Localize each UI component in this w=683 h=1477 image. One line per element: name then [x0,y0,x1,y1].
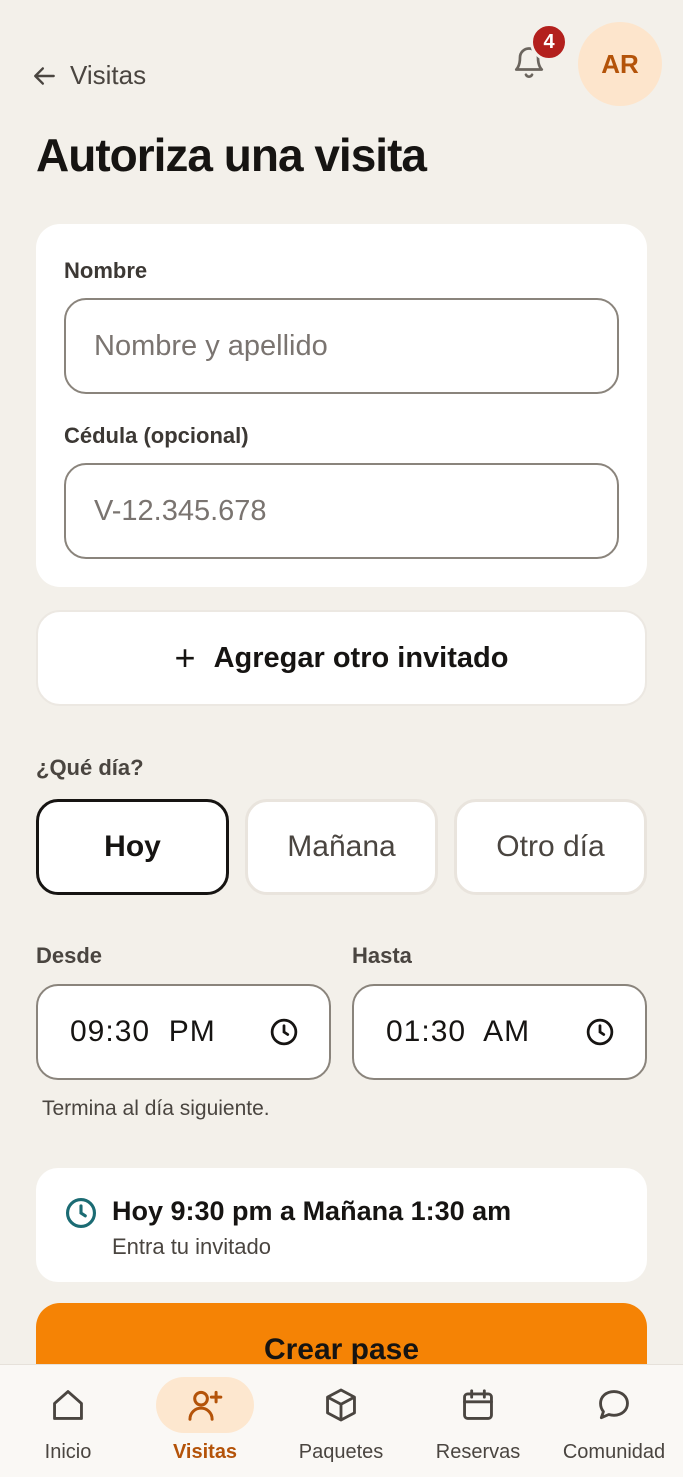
bottom-nav: Inicio Visitas Paquetes Reservas Comunid… [0,1364,683,1477]
add-guest-button[interactable]: + Agregar otro invitado [36,610,647,706]
summary-title: Hoy 9:30 pm a Mañana 1:30 am [112,1196,512,1226]
clock-icon [65,1197,97,1229]
arrow-left-icon [34,66,55,85]
calendar-icon [463,1389,493,1420]
to-label: Hasta [352,943,412,968]
add-guest-label: Agregar otro invitado [213,641,509,674]
summary-subtitle: Entra tu invitado [112,1234,271,1259]
nav-item-paquetes[interactable]: Paquetes [273,1365,409,1477]
nav-label: Comunidad [562,1441,666,1463]
page: Visitas 4 AR Autoriza una visita Nombre … [0,0,683,1477]
nav-item-reservas[interactable]: Reservas [410,1365,546,1477]
from-time-input[interactable]: 09:30 PM [36,984,331,1080]
nav-icon-container [292,1377,390,1433]
day-option-other[interactable]: Otro día [454,799,647,895]
home-icon [53,1390,83,1420]
nav-item-comunidad[interactable]: Comunidad [546,1365,682,1477]
nav-icon-container [156,1377,254,1433]
day-label: ¿Qué día? [36,755,144,780]
id-input[interactable] [64,463,619,559]
back-label: Visitas [70,60,147,90]
nav-item-inicio[interactable]: Inicio [0,1365,136,1477]
nav-icon-container [19,1377,117,1433]
from-time-value: 09:30 PM [70,1015,216,1048]
nav-item-visitas[interactable]: Visitas [137,1365,273,1477]
nav-label: Paquetes [298,1441,384,1463]
avatar[interactable]: AR [578,22,662,106]
plus-icon: + [174,637,196,678]
from-label: Desde [36,943,103,968]
to-time-input[interactable]: 01:30 AM [352,984,647,1080]
nav-label: Visitas [172,1441,238,1463]
guest-form-card: Nombre Cédula (opcional) [36,224,647,587]
chat-icon [599,1390,629,1420]
day-option-tomorrow[interactable]: Mañana [245,799,438,895]
day-option-today[interactable]: Hoy [36,799,229,895]
time-hint: Termina al día siguiente. [42,1097,270,1120]
clock-icon [586,1018,614,1046]
nav-icon-container [429,1377,527,1433]
to-time-value: 01:30 AM [386,1015,531,1048]
notification-badge: 4 [530,23,568,61]
id-label: Cédula (opcional) [64,423,249,448]
nav-label: Inicio [44,1441,92,1463]
visit-summary-card: Hoy 9:30 pm a Mañana 1:30 am Entra tu in… [36,1168,647,1282]
package-icon [326,1388,356,1422]
nav-label: Reservas [435,1441,521,1463]
user-plus-icon [188,1390,223,1421]
back-link[interactable]: Visitas [32,60,146,91]
nav-icon-container [565,1377,663,1433]
clock-icon [270,1018,298,1046]
name-input[interactable] [64,298,619,394]
page-title: Autoriza una visita [36,129,427,181]
name-label: Nombre [64,258,148,283]
